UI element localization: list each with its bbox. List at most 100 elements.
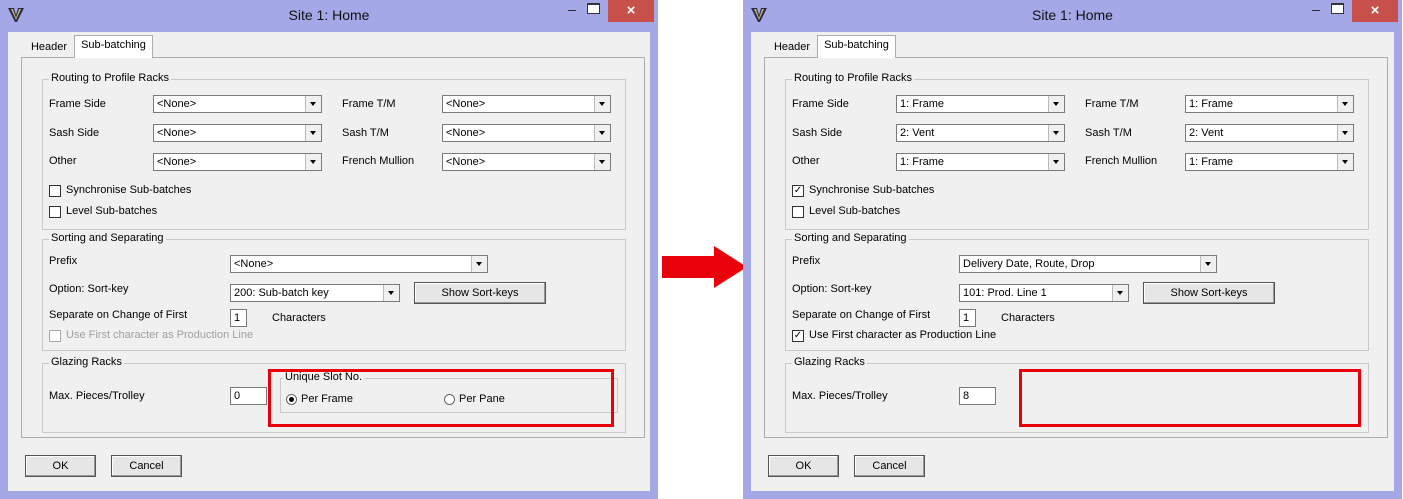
level-sub-batches-label[interactable]: Level Sub-batches [809,205,900,217]
separate-chars-input[interactable]: 1 [230,309,247,327]
sortkey-select[interactable]: 101: Prod. Line 1 [959,284,1129,302]
sync-sub-batches-checkbox[interactable] [49,185,61,197]
frame-side-select[interactable]: <None> [153,95,322,113]
chevron-down-icon[interactable] [305,125,321,141]
sync-sub-batches-checkbox[interactable]: ✓ [792,185,804,197]
chevron-down-icon[interactable] [305,96,321,112]
separate-label: Separate on Change of First [49,309,188,321]
sorting-group-title: Sorting and Separating [792,232,909,244]
sash-tm-label: Sash T/M [1085,127,1132,139]
sash-side-label: Sash Side [49,127,100,139]
window-title: Site 1: Home [1032,7,1113,23]
chevron-down-icon[interactable] [594,125,610,141]
minimize-icon[interactable]: – [561,2,583,18]
sync-sub-batches-label[interactable]: Synchronise Sub-batches [809,184,934,196]
separate-chars-input[interactable]: 1 [959,309,976,327]
sortkey-label: Option: Sort-key [792,283,872,295]
tab-sub-batching[interactable]: Sub-batching [74,35,153,58]
sash-tm-select[interactable]: 2: Vent [1185,124,1354,142]
max-pieces-input[interactable]: 8 [959,387,996,405]
use-first-char-checkbox[interactable] [49,330,61,342]
sortkey-label: Option: Sort-key [49,283,129,295]
chevron-down-icon[interactable] [1200,256,1216,272]
chevron-down-icon[interactable] [594,96,610,112]
sync-sub-batches-label[interactable]: Synchronise Sub-batches [66,184,191,196]
sash-side-select[interactable]: 2: Vent [896,124,1065,142]
title-bar[interactable]: Site 1: Home – × [0,0,658,32]
tab-header[interactable]: Header [29,38,69,58]
minimize-icon[interactable]: – [1305,2,1327,18]
maximize-icon[interactable] [1331,3,1344,14]
tab-header[interactable]: Header [772,38,812,58]
sash-tm-value: <None> [446,127,486,139]
frame-tm-label: Frame T/M [342,98,396,110]
cancel-button[interactable]: Cancel [111,455,182,477]
chevron-down-icon[interactable] [305,154,321,170]
french-mullion-select[interactable]: <None> [442,153,611,171]
ok-button[interactable]: OK [768,455,839,477]
chevron-down-icon[interactable] [383,285,399,301]
frame-tm-select[interactable]: 1: Frame [1185,95,1354,113]
sortkey-value: 200: Sub-batch key [234,287,329,299]
sash-side-select[interactable]: <None> [153,124,322,142]
chevron-down-icon[interactable] [1337,154,1353,170]
sash-tm-select[interactable]: <None> [442,124,611,142]
chevron-down-icon[interactable] [471,256,487,272]
characters-label: Characters [1001,312,1055,324]
ok-button[interactable]: OK [25,455,96,477]
sash-tm-label: Sash T/M [342,127,389,139]
max-pieces-label: Max. Pieces/Trolley [49,390,145,402]
other-value: 1: Frame [900,156,945,168]
prefix-select[interactable]: <None> [230,255,488,273]
chevron-down-icon[interactable] [1048,96,1064,112]
show-sortkeys-button[interactable]: Show Sort-keys [414,282,546,304]
french-mullion-select[interactable]: 1: Frame [1185,153,1354,171]
prefix-value: Delivery Date, Route, Drop [963,258,1095,270]
chevron-down-icon[interactable] [1112,285,1128,301]
chevron-down-icon[interactable] [594,154,610,170]
prefix-select[interactable]: Delivery Date, Route, Drop [959,255,1217,273]
sortkey-select[interactable]: 200: Sub-batch key [230,284,400,302]
show-sortkeys-button[interactable]: Show Sort-keys [1143,282,1275,304]
sash-side-value: 2: Vent [900,127,935,139]
separate-label: Separate on Change of First [792,309,931,321]
sash-side-label: Sash Side [792,127,843,139]
chevron-down-icon[interactable] [1048,125,1064,141]
use-first-char-label[interactable]: Use First character as Production Line [66,329,253,341]
max-pieces-label: Max. Pieces/Trolley [792,390,888,402]
level-sub-batches-checkbox[interactable] [792,206,804,218]
chevron-down-icon[interactable] [1337,125,1353,141]
close-icon[interactable]: × [608,0,654,22]
other-label: Other [792,155,820,167]
frame-side-label: Frame Side [792,98,849,110]
cancel-button[interactable]: Cancel [854,455,925,477]
other-label: Other [49,155,77,167]
frame-tm-value: 1: Frame [1189,98,1234,110]
frame-side-value: <None> [157,98,197,110]
chevron-down-icon[interactable] [1337,96,1353,112]
use-first-char-label[interactable]: Use First character as Production Line [809,329,996,341]
prefix-value: <None> [234,258,274,270]
other-value: <None> [157,156,197,168]
french-mullion-value: 1: Frame [1189,156,1234,168]
other-select[interactable]: <None> [153,153,322,171]
glazing-group-title: Glazing Racks [49,356,124,368]
other-select[interactable]: 1: Frame [896,153,1065,171]
use-first-char-checkbox[interactable]: ✓ [792,330,804,342]
frame-tm-select[interactable]: <None> [442,95,611,113]
sash-tm-value: 2: Vent [1189,127,1224,139]
frame-side-select[interactable]: 1: Frame [896,95,1065,113]
title-bar[interactable]: Site 1: Home – × [743,0,1402,32]
french-mullion-label: French Mullion [342,155,415,167]
close-icon[interactable]: × [1352,0,1398,22]
maximize-icon[interactable] [587,3,600,14]
level-sub-batches-label[interactable]: Level Sub-batches [66,205,157,217]
window-title: Site 1: Home [288,7,370,23]
chevron-down-icon[interactable] [1048,154,1064,170]
level-sub-batches-checkbox[interactable] [49,206,61,218]
max-pieces-input[interactable]: 0 [230,387,267,405]
tab-sub-batching[interactable]: Sub-batching [817,35,896,58]
sorting-group-title: Sorting and Separating [49,232,166,244]
frame-tm-value: <None> [446,98,486,110]
frame-side-label: Frame Side [49,98,106,110]
